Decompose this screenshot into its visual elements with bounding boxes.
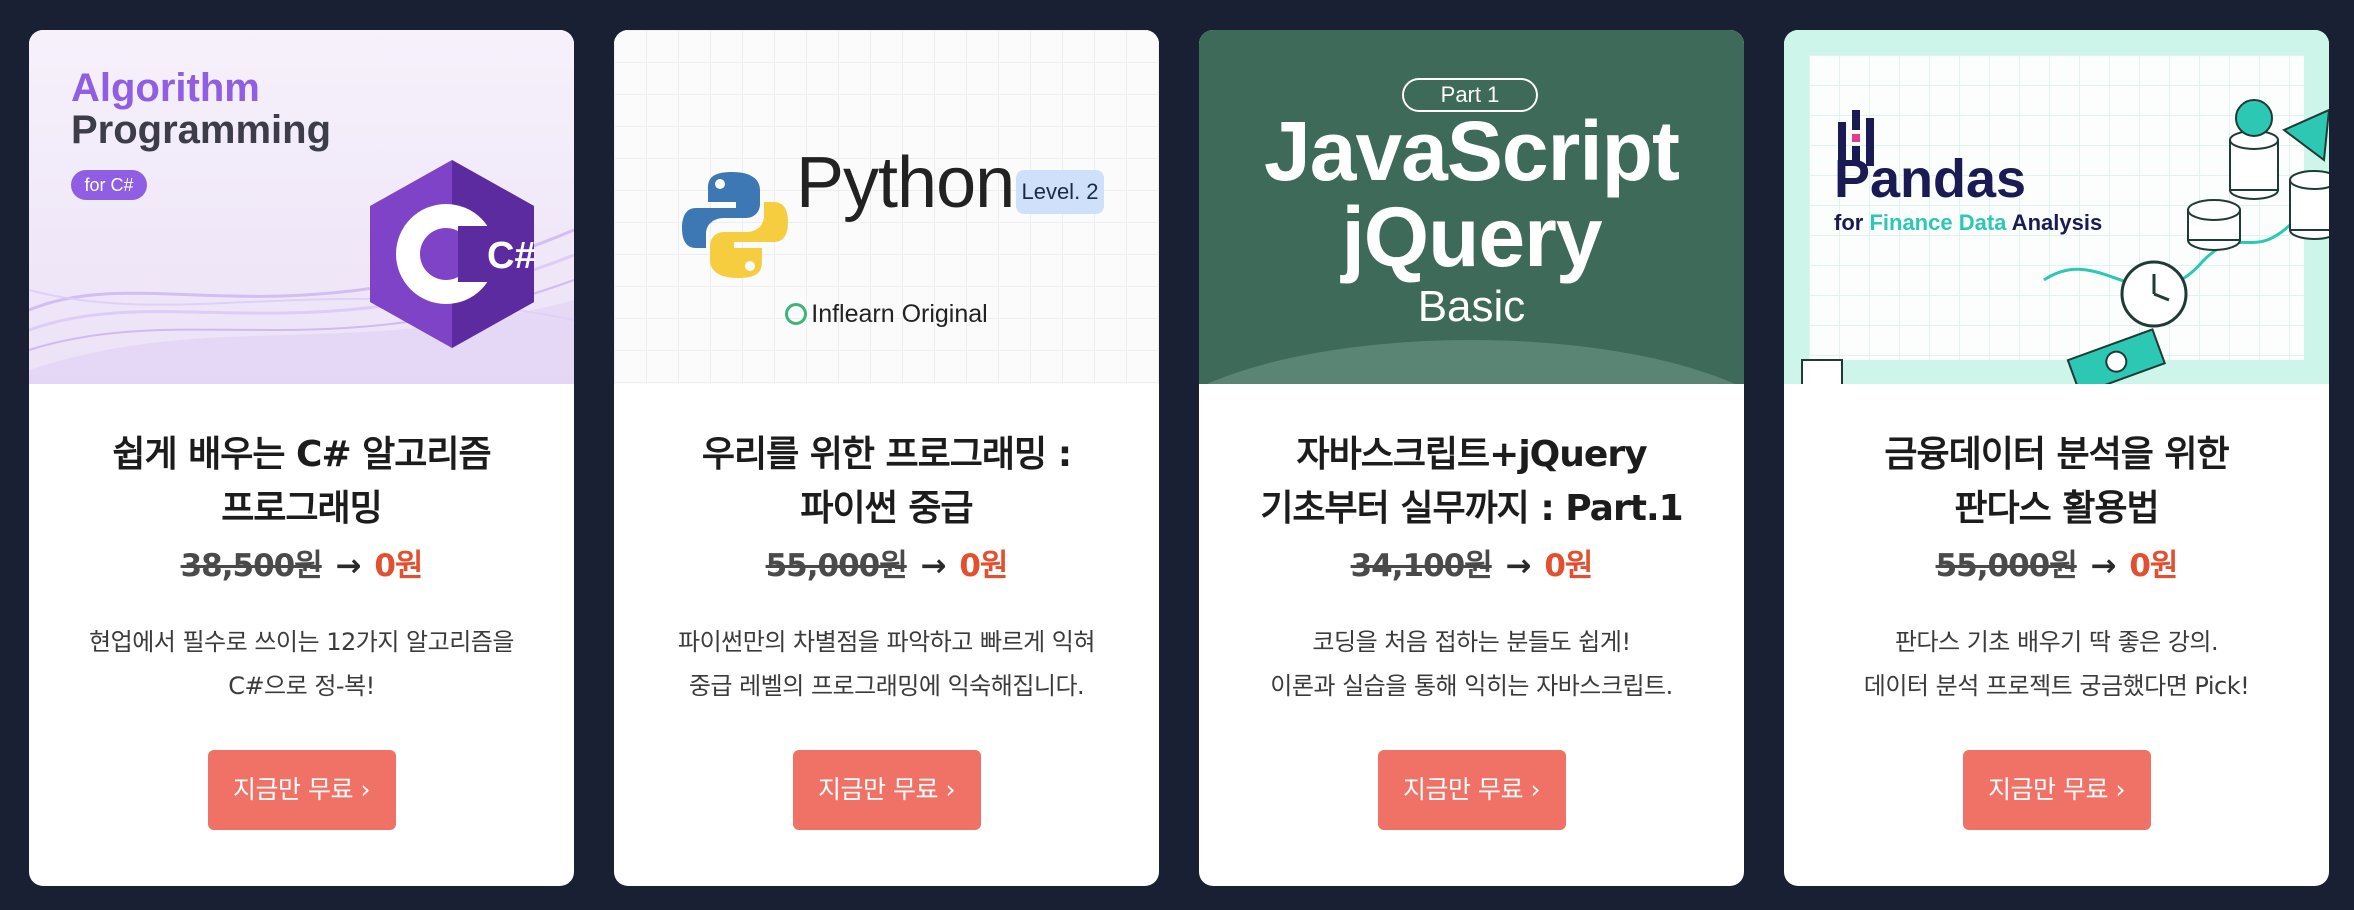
- card-body: 쉽게 배우는 C# 알고리즘 프로그래밍 38,500원 → 0원 현업에서 필…: [29, 384, 574, 708]
- course-card-pandas-finance[interactable]: Pandas for Finance Data Analysis 금융데이터 분…: [1784, 30, 2329, 886]
- description-line: 판다스 기초 배우기 딱 좋은 강의.: [1894, 628, 2219, 656]
- csharp-hexagon-icon: C#: [370, 160, 536, 348]
- thumb-heading-python: Python: [796, 143, 1015, 223]
- sale-price: 0원: [959, 548, 1008, 584]
- csharp-logo-text: C#: [487, 235, 536, 277]
- description-line: C#으로 정-복!: [228, 672, 375, 700]
- card-body: 우리를 위한 프로그래밍 : 파이썬 중급 55,000원 → 0원 파이썬만의…: [614, 384, 1159, 708]
- sale-price: 0원: [2129, 548, 2178, 584]
- course-thumbnail[interactable]: Python Level. 2 Inflearn Original: [614, 30, 1159, 384]
- price-arrow-icon: →: [335, 548, 362, 584]
- description-line: 코딩을 처음 접하는 분들도 쉽게!: [1312, 628, 1631, 656]
- free-now-button[interactable]: 지금만 무료 ›: [792, 750, 981, 830]
- course-title-line: 프로그래밍: [221, 488, 383, 529]
- course-title-line: 쉽게 배우는 C# 알고리즘: [112, 434, 491, 475]
- inflearn-original-label: Inflearn Original: [614, 300, 1159, 329]
- description-line: 파이썬만의 차별점을 파악하고 빠르게 익혀: [678, 628, 1095, 656]
- course-title-line: 기초부터 실무까지 : Part.1: [1260, 488, 1683, 529]
- course-price: 34,100원 → 0원: [1199, 538, 1744, 594]
- course-title-line: 파이썬 중급: [800, 488, 973, 529]
- course-title-line: 우리를 위한 프로그래밍 :: [701, 434, 1072, 475]
- free-now-button[interactable]: 지금만 무료 ›: [1962, 750, 2151, 830]
- thumb-badge: for C#: [71, 170, 147, 200]
- original-price: 55,000원: [765, 548, 908, 584]
- sale-price: 0원: [374, 548, 423, 584]
- card-body: 금융데이터 분석을 위한 판다스 활용법 55,000원 → 0원 판다스 기초…: [1784, 384, 2329, 708]
- course-thumbnail[interactable]: Part 1 JavaScript jQuery Basic: [1199, 30, 1744, 384]
- original-price: 34,100원: [1350, 548, 1493, 584]
- price-arrow-icon: →: [1505, 548, 1532, 584]
- course-description: 판다스 기초 배우기 딱 좋은 강의. 데이터 분석 프로젝트 궁금했다면 Pi…: [1784, 620, 2329, 708]
- inflearn-leaf-icon: [785, 303, 808, 325]
- course-thumbnail[interactable]: C# Algorithm Programming for C#: [29, 30, 574, 384]
- thumb-subheading-basic: Basic: [1417, 282, 1526, 331]
- course-price: 38,500원 → 0원: [29, 538, 574, 594]
- free-now-button[interactable]: 지금만 무료 ›: [1377, 750, 1566, 830]
- card-body: 자바스크립트+jQuery 기초부터 실무까지 : Part.1 34,100원…: [1199, 384, 1744, 708]
- thumb-heading-javascript: JavaScript jQuery: [1199, 108, 1744, 280]
- course-thumbnail[interactable]: Pandas for Finance Data Analysis: [1784, 30, 2329, 384]
- thumb-heading-algorithm: Algorithm: [71, 66, 260, 110]
- sale-price: 0원: [1544, 548, 1593, 584]
- course-title[interactable]: 자바스크립트+jQuery 기초부터 실무까지 : Part.1: [1199, 428, 1744, 536]
- course-title[interactable]: 쉽게 배우는 C# 알고리즘 프로그래밍: [29, 428, 574, 536]
- course-title-line: 자바스크립트+jQuery: [1296, 434, 1647, 475]
- original-price: 55,000원: [1935, 548, 2078, 584]
- course-title[interactable]: 금융데이터 분석을 위한 판다스 활용법: [1784, 428, 2329, 536]
- course-description: 코딩을 처음 접하는 분들도 쉽게! 이론과 실습을 통해 익히는 자바스크립트…: [1199, 620, 1744, 708]
- course-card-csharp-algorithm[interactable]: C# Algorithm Programming for C# 쉽게 배우는 C…: [29, 30, 574, 886]
- price-arrow-icon: →: [920, 548, 947, 584]
- course-card-python-intermediate[interactable]: Python Level. 2 Inflearn Original 우리를 위한…: [614, 30, 1159, 886]
- description-line: 중급 레벨의 프로그래밍에 익숙해집니다.: [688, 672, 1085, 700]
- thumb-heading-line: JavaScript: [1264, 104, 1680, 198]
- course-price: 55,000원 → 0원: [614, 538, 1159, 594]
- finance-illustration: [1801, 99, 2329, 384]
- course-description: 현업에서 필수로 쓰이는 12가지 알고리즘을 C#으로 정-복!: [29, 620, 574, 708]
- description-line: 이론과 실습을 통해 익히는 자바스크립트.: [1270, 672, 1673, 700]
- description-line: 현업에서 필수로 쓰이는 12가지 알고리즘을: [89, 628, 514, 656]
- level-badge: Level. 2: [1016, 170, 1104, 214]
- course-title-line: 금융데이터 분석을 위한: [1884, 434, 2229, 475]
- course-description: 파이썬만의 차별점을 파악하고 빠르게 익혀 중급 레벨의 프로그래밍에 익숙해…: [614, 620, 1159, 708]
- python-logo-icon: [682, 172, 788, 278]
- course-card-list: C# Algorithm Programming for C# 쉽게 배우는 C…: [29, 30, 2329, 886]
- course-title[interactable]: 우리를 위한 프로그래밍 : 파이썬 중급: [614, 428, 1159, 536]
- original-price: 38,500원: [180, 548, 323, 584]
- course-card-javascript-jquery[interactable]: Part 1 JavaScript jQuery Basic 자바스크립트+jQ…: [1199, 30, 1744, 886]
- course-title-line: 판다스 활용법: [1954, 488, 2159, 529]
- description-line: 데이터 분석 프로젝트 궁금했다면 Pick!: [1863, 672, 2250, 700]
- thumb-heading-line: jQuery: [1341, 190, 1602, 284]
- thumb-heading-programming: Programming: [71, 108, 332, 152]
- price-arrow-icon: →: [2090, 548, 2117, 584]
- inflearn-original-text: Inflearn Original: [811, 300, 988, 328]
- course-price: 55,000원 → 0원: [1784, 538, 2329, 594]
- free-now-button[interactable]: 지금만 무료 ›: [207, 750, 396, 830]
